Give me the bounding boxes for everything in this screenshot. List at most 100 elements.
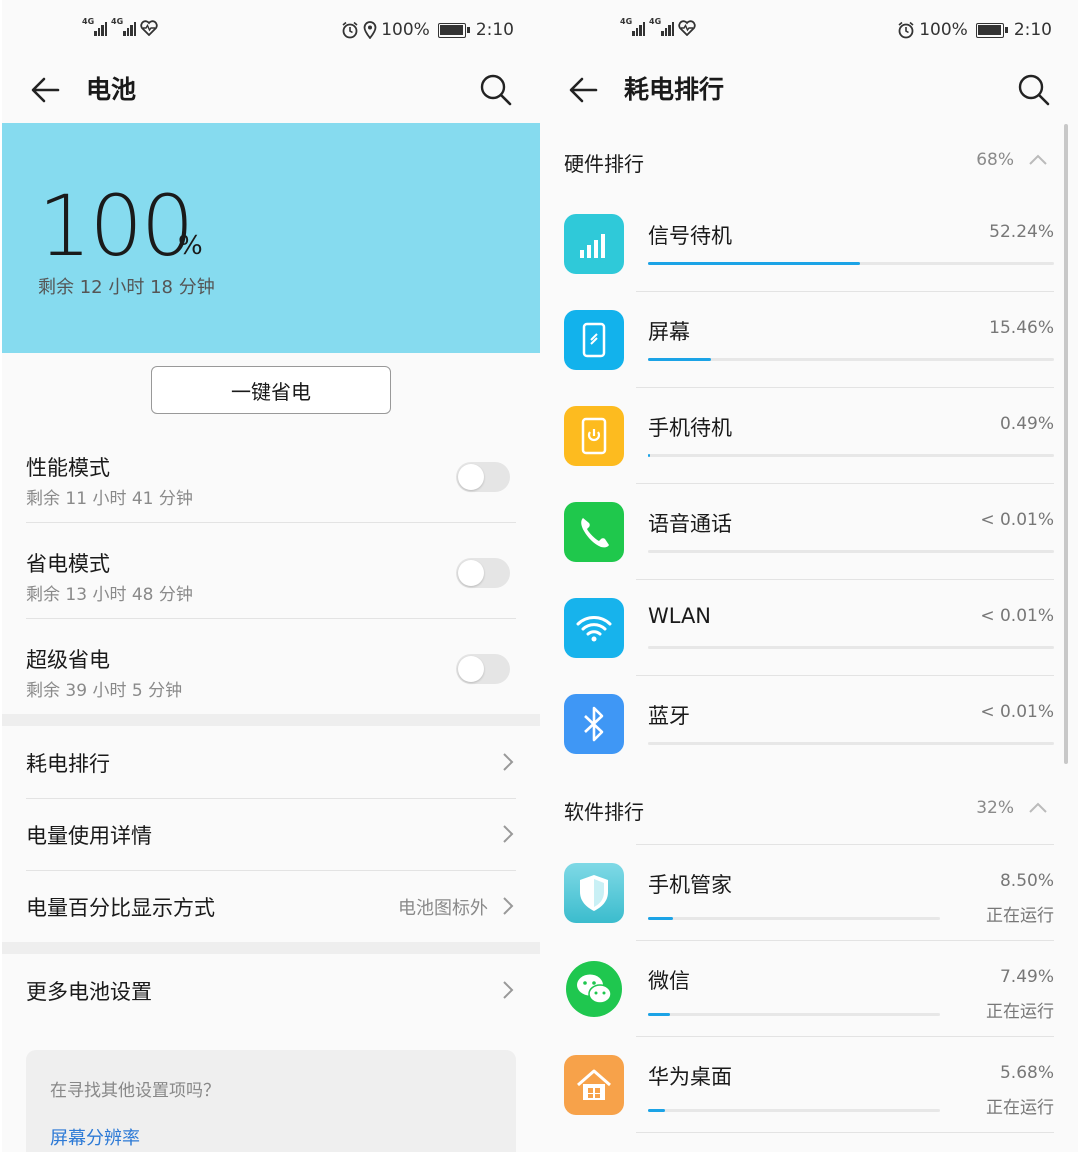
hw-rank-phone-standby[interactable]: 手机待机 0.49% — [540, 388, 1078, 484]
screen-resolution-link[interactable]: 屏幕分辨率 — [50, 1124, 140, 1150]
power-ranking-item[interactable]: 耗电排行 — [26, 726, 516, 799]
percent-sign: % — [178, 231, 203, 261]
hw-rank-signal-standby[interactable]: 信号待机 52.24% — [540, 196, 1078, 292]
usage-details-item[interactable]: 电量使用详情 — [26, 798, 516, 871]
chevron-up-icon — [1029, 802, 1047, 813]
rank-percent: 5.68% — [999, 1063, 1054, 1083]
rank-name: 手机管家 — [648, 873, 732, 897]
signal-icon: 4G — [620, 17, 645, 36]
one-tap-save-button[interactable]: 一键省电 — [151, 366, 391, 414]
usage-bar — [648, 646, 1054, 649]
toggle-knob — [458, 464, 484, 490]
heart-icon — [140, 20, 158, 36]
phone-standby-icon — [564, 406, 624, 466]
mode-title: 省电模式 — [26, 552, 110, 576]
power-saving-mode-row: 省电模式 剩余 13 小时 48 分钟 — [26, 522, 516, 619]
sw-rank-phone-manager[interactable]: 手机管家 8.50% 正在运行 — [540, 845, 1078, 941]
usage-bar-fill — [648, 358, 711, 361]
power-ranking-screen: 4G 4G 100% 2:10 耗电排行 硬件排行 68% 信号待机 52.24… — [540, 0, 1078, 1152]
nav-label: 电量百分比显示方式 — [26, 896, 215, 920]
search-icon[interactable] — [1016, 72, 1052, 108]
rank-name: 华为桌面 — [648, 1065, 732, 1089]
signal-icon: 4G — [82, 17, 107, 36]
rank-percent: 52.24% — [989, 222, 1054, 242]
battery-percent: 100% — [381, 20, 430, 40]
suggestion-question: 在寻找其他设置项吗？ — [50, 1081, 220, 1101]
page-title: 耗电排行 — [624, 75, 725, 104]
status-bar: 4G 4G 100% 2:10 — [2, 0, 540, 62]
page-title: 电池 — [86, 75, 137, 104]
huawei-home-icon — [564, 1055, 624, 1115]
usage-bar-fill — [648, 262, 861, 265]
clock: 2:10 — [475, 20, 514, 40]
rank-percent: 0.49% — [999, 414, 1054, 434]
location-icon — [363, 21, 377, 39]
section-percent: 68% — [976, 150, 1014, 170]
screen-icon — [564, 310, 624, 370]
rank-name: 微信 — [648, 969, 690, 993]
alarm-icon — [342, 21, 358, 39]
rank-name: 信号待机 — [648, 224, 732, 248]
sw-rank-wechat[interactable]: 微信 7.49% 正在运行 — [540, 941, 1078, 1037]
mode-subtitle: 剩余 13 小时 48 分钟 — [26, 585, 193, 605]
performance-mode-row: 性能模式 剩余 11 小时 41 分钟 — [26, 426, 516, 523]
settings-suggestion-card: 在寻找其他设置项吗？ 屏幕分辨率 — [26, 1050, 516, 1152]
rank-name: 蓝牙 — [648, 704, 690, 728]
ultra-power-saving-toggle[interactable] — [456, 654, 510, 684]
title-bar: 耗电排行 — [540, 62, 1078, 122]
ultra-power-saving-row: 超级省电 剩余 39 小时 5 分钟 — [26, 618, 516, 714]
hw-rank-wlan[interactable]: WLAN < 0.01% — [540, 580, 1078, 676]
power-saving-mode-toggle[interactable] — [456, 558, 510, 588]
chevron-up-icon — [1029, 154, 1047, 165]
signal-icon: 4G — [649, 17, 674, 36]
hardware-ranking-header[interactable]: 硬件排行 68% — [564, 124, 1054, 196]
sw-rank-huawei-home[interactable]: 华为桌面 5.68% 正在运行 — [540, 1037, 1078, 1133]
software-ranking-header[interactable]: 软件排行 32% — [564, 772, 1054, 844]
rank-name: 语音通话 — [648, 512, 732, 536]
running-status: 正在运行 — [986, 1098, 1054, 1118]
rank-percent: < 0.01% — [980, 606, 1054, 626]
usage-bar — [648, 550, 1054, 553]
mode-title: 超级省电 — [26, 648, 110, 672]
more-battery-settings-item[interactable]: 更多电池设置 — [26, 954, 516, 1026]
rank-percent: 7.49% — [999, 967, 1054, 987]
rank-percent: < 0.01% — [980, 510, 1054, 530]
remaining-time: 剩余 12 小时 18 分钟 — [38, 277, 215, 298]
clock: 2:10 — [1013, 20, 1052, 40]
chevron-right-icon — [503, 825, 514, 843]
rank-name: 手机待机 — [648, 416, 732, 440]
section-divider — [2, 714, 540, 726]
rank-name: 屏幕 — [648, 320, 690, 344]
section-title: 硬件排行 — [564, 152, 644, 176]
hw-rank-bluetooth[interactable]: 蓝牙 < 0.01% — [540, 676, 1078, 772]
signal-icon — [564, 214, 624, 274]
nav-value: 电池图标外 — [398, 898, 488, 919]
usage-bar — [648, 917, 940, 920]
usage-bar-fill — [648, 1013, 670, 1016]
chevron-right-icon — [503, 753, 514, 771]
hw-rank-voice-call[interactable]: 语音通话 < 0.01% — [540, 484, 1078, 580]
rank-percent: 8.50% — [999, 871, 1054, 891]
usage-bar — [648, 1109, 940, 1112]
battery-icon — [975, 22, 1008, 38]
percentage-display-item[interactable]: 电量百分比显示方式 电池图标外 — [26, 870, 516, 942]
section-title: 软件排行 — [564, 800, 644, 824]
section-divider — [2, 942, 540, 954]
bluetooth-icon — [564, 694, 624, 754]
rank-percent: 15.46% — [989, 318, 1054, 338]
status-bar: 4G 4G 100% 2:10 — [540, 0, 1078, 62]
running-status: 正在运行 — [986, 906, 1054, 926]
usage-bar-fill — [648, 1109, 665, 1112]
back-arrow-icon[interactable] — [28, 72, 64, 108]
title-bar: 电池 — [2, 62, 540, 122]
hw-rank-screen[interactable]: 屏幕 15.46% — [540, 292, 1078, 388]
usage-bar — [648, 262, 1054, 265]
search-icon[interactable] — [478, 72, 514, 108]
alarm-icon — [898, 21, 914, 39]
performance-mode-toggle[interactable] — [456, 462, 510, 492]
heart-icon — [678, 20, 696, 36]
back-arrow-icon[interactable] — [566, 72, 602, 108]
mode-subtitle: 剩余 39 小时 5 分钟 — [26, 681, 183, 701]
mode-title: 性能模式 — [26, 456, 110, 480]
rank-percent: < 0.01% — [980, 702, 1054, 722]
